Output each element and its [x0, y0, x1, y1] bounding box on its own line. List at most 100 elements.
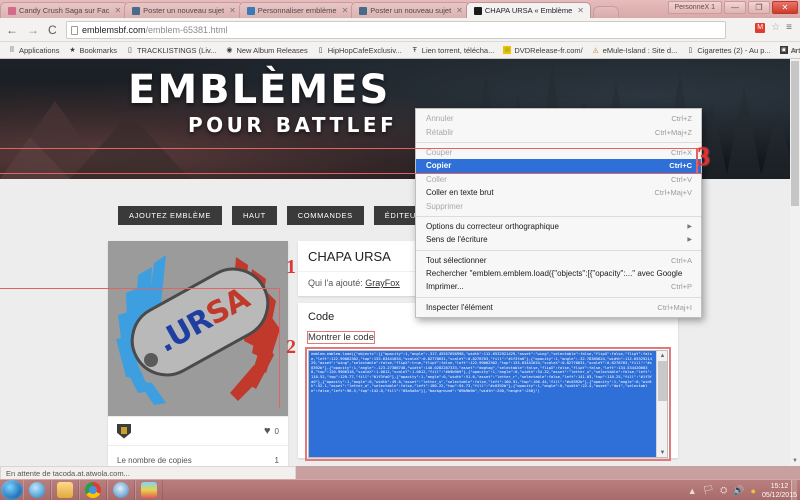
- bookmark-item-2[interactable]: ▯ TRACKLISTINGS (Liv...: [122, 45, 220, 56]
- context-menu-item-undo[interactable]: Annuler Ctrl+Z: [416, 112, 701, 125]
- context-menu-item-print[interactable]: Imprimer... Ctrl+P: [416, 280, 701, 293]
- page-scrollbar[interactable]: ▲ ▼: [790, 59, 800, 466]
- nav-button-top[interactable]: HAUT: [231, 206, 277, 225]
- browser-tab-2[interactable]: Poster un nouveau sujet ✕: [124, 2, 243, 18]
- scroll-down-icon[interactable]: ▼: [657, 448, 667, 457]
- context-menu-item-select-all[interactable]: Tout sélectionner Ctrl+A: [416, 254, 701, 267]
- page-info-icon[interactable]: [71, 25, 78, 35]
- menu-label: Rétablir: [426, 127, 454, 137]
- author-link[interactable]: GrayFox: [365, 278, 400, 288]
- submenu-arrow-icon: ▶: [687, 223, 692, 230]
- action-center-icon[interactable]: ⛭: [720, 485, 727, 496]
- menu-separator: [416, 215, 701, 217]
- context-menu-item-search-google[interactable]: Rechercher "emblem.emblem.load({"objects…: [416, 267, 701, 280]
- context-menu-item-writing-direction[interactable]: Sens de l'écriture ▶: [416, 233, 701, 246]
- chrome-menu-icon[interactable]: ≡: [786, 22, 792, 33]
- bookmark-item-1[interactable]: ★ Bookmarks: [64, 45, 121, 56]
- media-player-icon[interactable]: [135, 480, 163, 500]
- dvd-icon: ▤: [503, 46, 512, 54]
- code-textarea[interactable]: emblem.emblem.load({"objects":[{"opacity…: [305, 347, 671, 461]
- emule-icon[interactable]: [107, 480, 135, 500]
- tab-label: Poster un nouveau sujet: [370, 6, 452, 15]
- tab-close-icon[interactable]: ✕: [229, 6, 236, 15]
- context-menu-item-delete[interactable]: Supprimer: [416, 199, 701, 212]
- stat-label: Le nombre de copies: [117, 455, 192, 465]
- minimize-button[interactable]: —: [724, 1, 746, 14]
- tab-favicon: [359, 6, 368, 15]
- extension-badge-icon[interactable]: M: [755, 22, 766, 33]
- status-text: En attente de tacoda.at.atwola.com...: [6, 468, 130, 478]
- bookmark-item-8[interactable]: ▯ Cigarettes (2) - Au p...: [682, 45, 774, 56]
- maximize-button[interactable]: ❐: [748, 1, 770, 14]
- bookmark-star-icon[interactable]: ☆: [771, 22, 780, 33]
- close-button[interactable]: ✕: [772, 1, 798, 14]
- scroll-down-icon[interactable]: ▼: [790, 456, 800, 466]
- nav-button-add-emblem[interactable]: AJOUTEZ EMBLÈME: [118, 206, 222, 225]
- bookmark-item-3[interactable]: ◉ New Album Releases: [221, 45, 311, 56]
- context-menu-item-spellcheck-options[interactable]: Options du correcteur orthographique ▶: [416, 220, 701, 233]
- browser-tab-4[interactable]: Poster un nouveau sujet ✕: [351, 2, 470, 18]
- nav-button-commands[interactable]: COMMANDES: [286, 206, 364, 225]
- show-code-button[interactable]: Montrer le code: [306, 331, 376, 344]
- bookmark-label: TRACKLISTINGS (Liv...: [136, 45, 217, 55]
- menu-label: Sens de l'écriture: [426, 235, 488, 245]
- browser-tab-1[interactable]: Candy Crush Saga sur Fac ✕: [0, 2, 129, 18]
- shield-icon: [117, 423, 131, 439]
- browser-tab-5-active[interactable]: CHAPA URSA « Emblème ✕: [465, 2, 591, 18]
- reload-icon[interactable]: C: [48, 22, 57, 38]
- tab-favicon: [132, 6, 141, 15]
- tab-label: Poster un nouveau sujet: [143, 6, 225, 15]
- network-icon[interactable]: 🏳: [703, 485, 714, 496]
- file-explorer-icon[interactable]: [51, 480, 79, 500]
- show-hidden-icons-icon[interactable]: ▲: [688, 486, 697, 496]
- context-menu-item-copier[interactable]: Copier Ctrl+C: [416, 159, 701, 173]
- page-title: EMBLÈMES: [128, 67, 391, 113]
- tab-close-icon[interactable]: ✕: [456, 6, 463, 15]
- page-scrollbar-thumb[interactable]: [791, 61, 799, 206]
- show-desktop-button[interactable]: [791, 480, 797, 500]
- back-icon[interactable]: ←: [6, 22, 18, 38]
- scrollbar-thumb[interactable]: [658, 361, 667, 401]
- bookmark-item-6[interactable]: ▤ DVDRelease-fr.com/: [499, 45, 586, 56]
- forward-icon[interactable]: →: [27, 22, 39, 38]
- menu-separator: [416, 296, 701, 298]
- context-menu-item-redo[interactable]: Rétablir Ctrl+Maj+Z: [416, 125, 701, 138]
- menu-shortcut: Ctrl+Maj+I: [657, 302, 692, 312]
- start-orb-icon[interactable]: [1, 480, 23, 500]
- new-tab-button[interactable]: [592, 6, 619, 18]
- annotation-line-inspect-top: [0, 288, 280, 289]
- volume-icon[interactable]: 🔊: [733, 485, 744, 496]
- code-text[interactable]: emblem.emblem.load({"objects":[{"opacity…: [309, 351, 656, 457]
- browser-tab-3[interactable]: Personnaliser emblème ✕: [238, 2, 356, 18]
- update-icon[interactable]: ●: [751, 486, 756, 496]
- bookmark-item-4[interactable]: ▯ HipHopCafeExclusiv...: [313, 45, 406, 56]
- internet-explorer-icon[interactable]: [23, 480, 51, 500]
- tab-close-icon[interactable]: ✕: [342, 6, 349, 15]
- page-subtitle: POUR BATTLEF: [188, 113, 398, 137]
- address-bar[interactable]: emblemsbf.com/emblem-65381.html: [66, 21, 726, 39]
- scroll-up-icon[interactable]: ▲: [657, 351, 667, 360]
- bookmark-item-5[interactable]: Ŧ Lien torrent, télécha...: [407, 45, 499, 56]
- code-scrollbar[interactable]: ▲ ▼: [656, 351, 667, 457]
- menu-separator: [416, 141, 701, 143]
- bookmark-label: HipHopCafeExclusiv...: [327, 45, 402, 55]
- user-profile-button[interactable]: PersonneX 1: [667, 1, 722, 14]
- emblem-card: .URSA ♥ 0 Le nombre de copies 1: [108, 241, 288, 466]
- emblem-preview-image[interactable]: .URSA: [108, 241, 288, 416]
- tab-close-icon[interactable]: ✕: [577, 6, 584, 15]
- bookmark-item-7[interactable]: ◬ eMule-Island : Site d...: [588, 45, 682, 56]
- window-controls: PersonneX 1 — ❐ ✕: [667, 1, 798, 14]
- tab-label: Personnaliser emblème: [257, 6, 337, 15]
- bookmark-item-0[interactable]: ⠿ Applications: [4, 45, 63, 56]
- context-menu-item-paste-plain[interactable]: Coller en texte brut Ctrl+Maj+V: [416, 186, 701, 199]
- tab-close-icon[interactable]: ✕: [114, 6, 121, 15]
- page-icon: ▯: [318, 47, 323, 54]
- menu-shortcut: Ctrl+C: [669, 161, 692, 171]
- stat-row-copies: Le nombre de copies 1: [108, 445, 288, 466]
- bookmarks-overflow-icon[interactable]: »: [792, 45, 797, 55]
- chrome-icon[interactable]: [79, 480, 107, 500]
- context-menu-item-paste[interactable]: Coller Ctrl+V: [416, 173, 701, 186]
- context-menu-item-inspect[interactable]: Inspecter l'élément Ctrl+Maj+I: [416, 301, 701, 314]
- bookmark-label: Lien torrent, télécha...: [421, 45, 495, 55]
- like-control[interactable]: ♥ 0: [264, 425, 279, 437]
